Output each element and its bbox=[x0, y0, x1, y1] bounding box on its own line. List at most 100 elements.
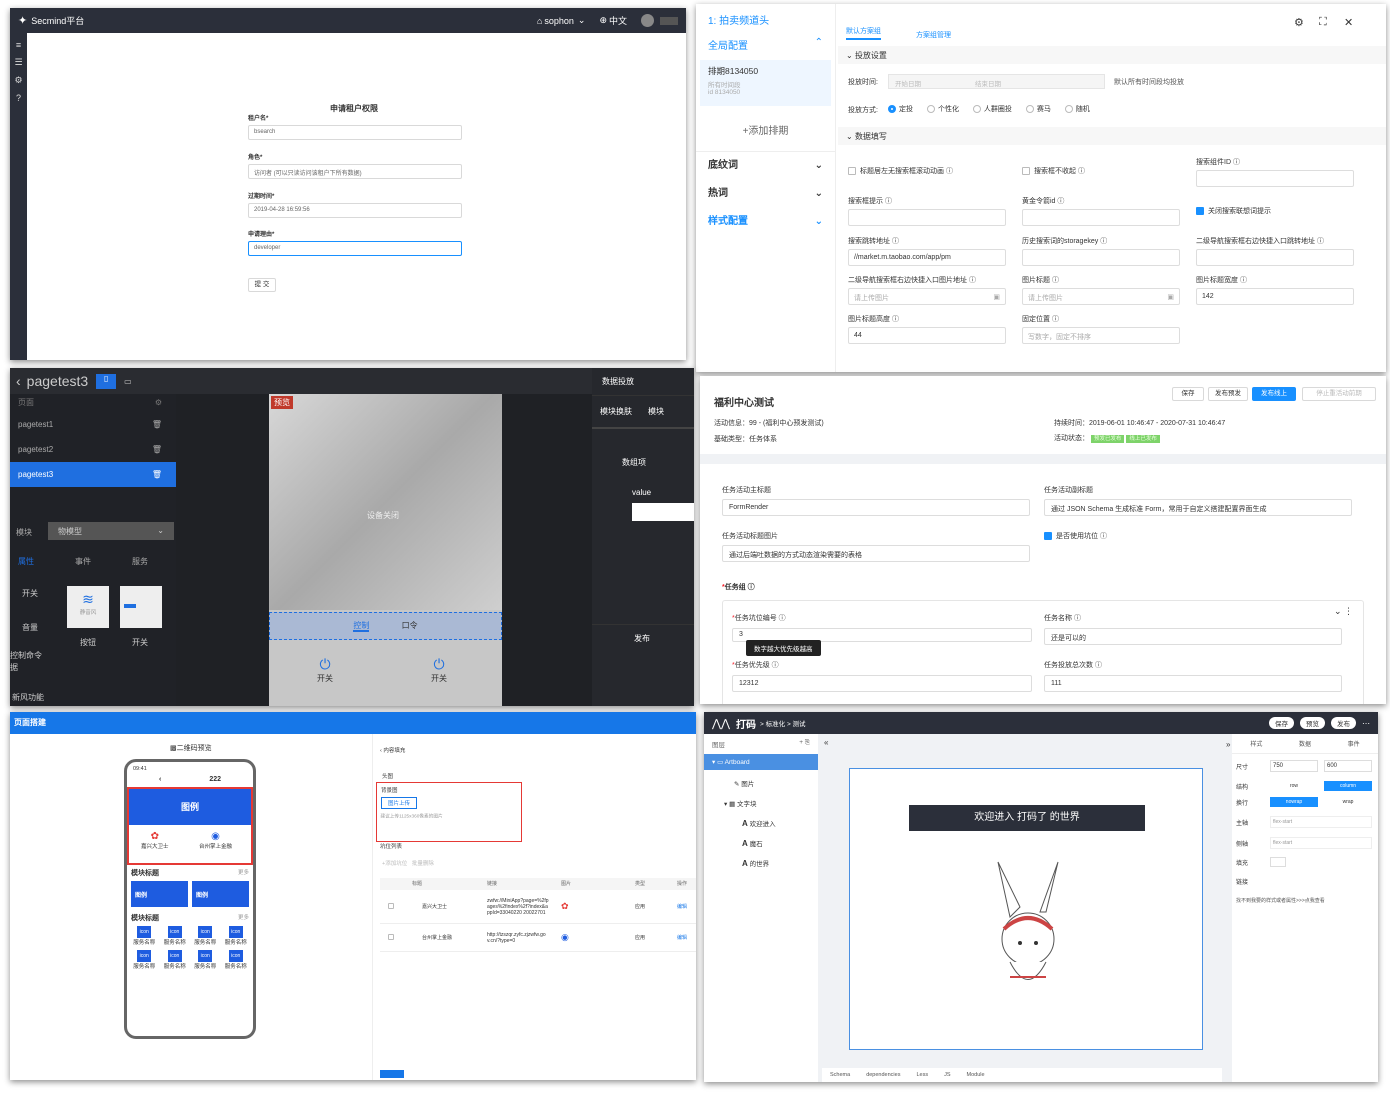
date-range-picker[interactable]: 开始日期 结束日期 bbox=[888, 74, 1105, 89]
tenant-input[interactable]: bsearch bbox=[248, 125, 462, 140]
more-icon[interactable]: ⋯ bbox=[1362, 719, 1370, 728]
role-select[interactable]: 访问者 (可以只读访问该租户下所有数据) bbox=[248, 164, 462, 179]
tab-events[interactable]: 事件 bbox=[75, 556, 91, 567]
nav-jump-input[interactable] bbox=[1196, 249, 1354, 266]
layer-image[interactable]: ✎ 图片 bbox=[704, 770, 818, 792]
service-item[interactable]: icon 服务名称 bbox=[160, 926, 191, 946]
publish-pre-button[interactable]: 发布预发 bbox=[1208, 387, 1248, 401]
service-item[interactable]: icon 服务名称 bbox=[190, 926, 221, 946]
img-height-input[interactable]: 44 bbox=[848, 327, 1006, 344]
desktop-icon[interactable]: ▭ bbox=[124, 377, 132, 386]
radio-icon[interactable] bbox=[972, 105, 981, 114]
banner-card[interactable]: 图例 bbox=[192, 881, 249, 907]
comp-button-card[interactable]: ≋ 静音风 bbox=[67, 586, 109, 628]
module-select[interactable]: 物模型 ⌄ bbox=[48, 522, 174, 540]
back-icon[interactable]: ‹ bbox=[16, 373, 21, 389]
chk-close-suggest[interactable]: 关闭搜索联想词提示 bbox=[1196, 206, 1271, 216]
banner-card[interactable]: 图例 bbox=[131, 881, 188, 907]
upload-button[interactable]: 图片上传 bbox=[381, 797, 417, 809]
row-toggle[interactable]: row bbox=[1270, 783, 1318, 789]
page-item[interactable]: pagetest1 🗑 bbox=[10, 412, 176, 437]
gold-input[interactable] bbox=[1022, 209, 1180, 226]
collapse-icon[interactable]: ⌄ ⋮ bbox=[1334, 606, 1353, 617]
qr-preview[interactable]: ▩二维码预览 bbox=[170, 743, 212, 753]
nowrap-toggle[interactable]: nowrap bbox=[1270, 797, 1318, 807]
tab-props[interactable]: 属性 bbox=[18, 556, 34, 567]
help-link[interactable]: 找不到我要的样式或者属性>>>点我查看 bbox=[1232, 891, 1378, 910]
tab-dependencies[interactable]: dependencies bbox=[866, 1072, 900, 1078]
collapse-left-icon[interactable]: « bbox=[824, 738, 828, 747]
tab-less[interactable]: Less bbox=[916, 1072, 928, 1078]
edit-link[interactable]: 编辑 bbox=[677, 903, 687, 910]
home-icon[interactable]: ⌂ bbox=[537, 16, 542, 26]
service-item[interactable]: icon 服务名称 bbox=[221, 950, 252, 970]
layer-text-3[interactable]: A 的世界 bbox=[704, 852, 818, 872]
comp-id-input[interactable] bbox=[1196, 170, 1354, 187]
radio-icon[interactable] bbox=[1064, 105, 1073, 114]
style-config-section[interactable]: 样式配置 ⌄ bbox=[696, 208, 835, 236]
main-title-input[interactable]: FormRender bbox=[722, 499, 1030, 516]
column-toggle[interactable]: column bbox=[1324, 781, 1372, 791]
scroll-button[interactable] bbox=[380, 1070, 404, 1078]
tab-schema[interactable]: Schema bbox=[830, 1072, 850, 1078]
img-input[interactable]: 通过后端吐数据的方式动态渲染需要的表格 bbox=[722, 545, 1030, 562]
preview-button[interactable]: 预览 bbox=[1300, 717, 1325, 729]
back-link[interactable]: ‹ 内容填充 bbox=[380, 746, 405, 754]
banner-item-1[interactable]: ✿ 嘉兴大卫士 bbox=[141, 831, 169, 850]
globe-icon[interactable]: ⊕ bbox=[599, 15, 607, 26]
banner-block[interactable]: 图例 ✿ 嘉兴大卫士 ◉ 台州掌上金融 bbox=[127, 787, 253, 865]
lang-menu[interactable]: 中文 bbox=[609, 14, 627, 27]
edit-link[interactable]: 编辑 bbox=[677, 934, 687, 941]
mode-radio-group[interactable]: 定投 个性化 人群圈投 赛马 随机 bbox=[888, 104, 1090, 114]
main-axis-select[interactable]: flex-start bbox=[1270, 816, 1372, 828]
help-icon[interactable]: ? bbox=[10, 93, 27, 103]
trash-icon[interactable]: 🗑 bbox=[152, 412, 162, 437]
tab-module[interactable]: Module bbox=[967, 1072, 985, 1078]
tab-data[interactable]: 数据 bbox=[1299, 739, 1311, 748]
expire-input[interactable]: 2019-04-28 16:59:56 bbox=[248, 203, 462, 218]
radio-icon[interactable] bbox=[926, 105, 935, 114]
skin-tab[interactable]: 模块换肤 模块 bbox=[592, 396, 694, 429]
page-item-active[interactable]: pagetest3 🗑 bbox=[10, 462, 176, 487]
img-title-upload[interactable]: 请上传图片 ▣ bbox=[1022, 288, 1180, 305]
hot-word-section[interactable]: 热词 ⌄ bbox=[696, 180, 835, 208]
tab-js[interactable]: JS bbox=[944, 1072, 950, 1078]
save-button[interactable]: 保存 bbox=[1269, 717, 1294, 729]
jump-input[interactable]: //market.m.taobao.com/app/pm bbox=[848, 249, 1006, 266]
mobile-icon[interactable]: ▯ bbox=[96, 373, 117, 389]
collapse-right-icon[interactable]: » bbox=[1226, 740, 1230, 749]
save-button[interactable]: 保存 bbox=[1172, 387, 1204, 401]
fill-color-swatch[interactable] bbox=[1270, 857, 1286, 867]
user-menu[interactable]: sophon bbox=[544, 16, 574, 26]
layer-text-1[interactable]: A 欢迎进入 bbox=[704, 812, 818, 832]
global-config[interactable]: 全局配置 ⌃ bbox=[696, 35, 835, 54]
avatar[interactable] bbox=[641, 14, 654, 27]
radio-icon[interactable] bbox=[1025, 105, 1034, 114]
service-item[interactable]: icon 服务名称 bbox=[190, 950, 221, 970]
settings-icon[interactable]: ⚙ bbox=[155, 394, 162, 412]
trash-icon[interactable]: 🗑 bbox=[152, 437, 162, 462]
tab-event[interactable]: 事件 bbox=[1348, 739, 1360, 748]
tab-command[interactable]: 口令 bbox=[402, 621, 418, 630]
tab-style[interactable]: 样式 bbox=[1250, 739, 1262, 748]
stop-button[interactable]: 停止重活动前期 bbox=[1302, 387, 1376, 401]
add-slot-button[interactable]: +添加坑位 bbox=[382, 861, 407, 867]
priority-input[interactable]: 12312 bbox=[732, 675, 1032, 692]
publish-button[interactable]: 发布 bbox=[1331, 717, 1356, 729]
service-item[interactable]: icon 服务名称 bbox=[160, 950, 191, 970]
radio-icon[interactable] bbox=[888, 105, 896, 114]
channel-item[interactable]: 1: 拍卖频道头 bbox=[696, 4, 835, 35]
chk-no-collapse[interactable]: 搜索框不收起 ⓘ bbox=[1022, 166, 1085, 176]
gear-icon[interactable]: ⚙ bbox=[10, 75, 27, 86]
height-input[interactable]: 600 bbox=[1324, 760, 1372, 772]
batch-delete-button[interactable]: 批量删除 bbox=[412, 861, 434, 867]
settings-icon[interactable]: ⚙ bbox=[1294, 16, 1304, 29]
bottom-word-section[interactable]: 底纹词 ⌄ bbox=[696, 152, 835, 180]
use-slot-checkbox[interactable]: 是否使用坑位 ⓘ bbox=[1044, 531, 1107, 541]
hint-input[interactable] bbox=[848, 209, 1006, 226]
publish-button[interactable]: 发布 bbox=[592, 624, 694, 684]
reason-input[interactable]: developer bbox=[248, 241, 462, 256]
open-button-1[interactable]: ⏻ 开关 bbox=[317, 656, 333, 684]
history-input[interactable] bbox=[1022, 249, 1180, 266]
publish-online-button[interactable]: 发布线上 bbox=[1252, 387, 1296, 401]
